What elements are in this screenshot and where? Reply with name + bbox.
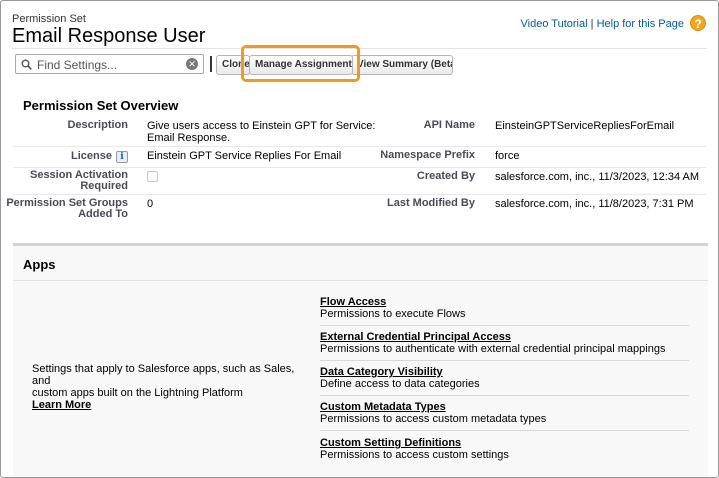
learn-more-link[interactable]: Learn More <box>32 399 302 411</box>
data-category-link[interactable]: Data Category Visibility <box>320 366 689 378</box>
header-divider <box>12 48 707 49</box>
permission-divider <box>320 430 689 431</box>
permission-set-page: Permission Set Email Response User Video… <box>0 0 719 478</box>
created-by-label: Created By <box>416 170 475 182</box>
custom-setting-link[interactable]: Custom Setting Definitions <box>320 437 689 449</box>
custom-metadata-link[interactable]: Custom Metadata Types <box>320 401 689 413</box>
description-value-line2: Email Response. <box>147 132 231 144</box>
custom-metadata-description: Permissions to access custom metadata ty… <box>320 413 547 425</box>
created-by-value: salesforce.com, inc., 11/3/2023, 12:34 A… <box>495 171 700 183</box>
permission-divider <box>320 395 689 396</box>
permission-item-flow-access: Flow Access Permissions to execute Flows <box>320 296 689 320</box>
help-for-page-link[interactable]: Help for this Page <box>597 18 684 30</box>
help-link-separator: | <box>587 18 597 30</box>
find-settings-search: ✕ <box>15 54 204 74</box>
info-icon[interactable]: i <box>116 151 128 163</box>
search-icon <box>21 59 32 70</box>
groups-added-value: 0 <box>147 198 154 210</box>
permission-item-custom-setting: Custom Setting Definitions Permissions t… <box>320 437 689 461</box>
external-credential-description: Permissions to authenticate with externa… <box>320 343 666 355</box>
toolbar-separator <box>210 56 212 72</box>
page-title: Email Response User <box>12 25 206 47</box>
api-name-value: EinsteinGPTServiceRepliesForEmail <box>495 120 675 132</box>
manage-assignments-button[interactable]: Manage Assignments <box>249 55 353 75</box>
license-value: Einstein GPT Service Replies For Email <box>147 150 342 162</box>
apps-description-line2: custom apps built on the Lightning Platf… <box>32 387 243 399</box>
description-value-line1: Give users access to Einstein GPT for Se… <box>147 120 376 132</box>
permission-item-data-category: Data Category Visibility Define access t… <box>320 366 689 390</box>
video-tutorial-link[interactable]: Video Tutorial <box>521 18 588 30</box>
apps-divider <box>13 280 708 281</box>
clear-search-icon[interactable]: ✕ <box>186 58 198 70</box>
custom-setting-description: Permissions to access custom settings <box>320 449 509 461</box>
clone-button[interactable]: Clone <box>216 55 250 75</box>
groups-added-label-line2: Added To <box>78 208 128 220</box>
session-activation-label-line2: Required <box>80 180 128 192</box>
flow-access-link[interactable]: Flow Access <box>320 296 689 308</box>
help-links: Video Tutorial | Help for this Page <box>521 18 685 30</box>
apps-description: Settings that apply to Salesforce apps, … <box>32 363 302 411</box>
permission-item-custom-metadata: Custom Metadata Types Permissions to acc… <box>320 401 689 425</box>
help-icon[interactable]: ? <box>690 15 706 31</box>
view-summary-button[interactable]: View Summary (Beta) <box>351 55 453 75</box>
description-label: Description <box>67 119 128 131</box>
license-label: License i <box>71 151 128 163</box>
permission-divider <box>320 360 689 361</box>
last-modified-value: salesforce.com, inc., 11/8/2023, 7:31 PM <box>495 198 694 210</box>
license-label-text: License <box>71 150 112 162</box>
find-settings-input[interactable] <box>37 57 177 72</box>
session-activation-checkbox <box>147 171 158 182</box>
last-modified-label: Last Modified By <box>386 197 475 209</box>
namespace-prefix-label: Namespace Prefix <box>380 149 475 161</box>
external-credential-link[interactable]: External Credential Principal Access <box>320 331 689 343</box>
namespace-prefix-value: force <box>495 150 520 162</box>
permission-divider <box>320 325 689 326</box>
flow-access-description: Permissions to execute Flows <box>320 308 466 320</box>
page-eyebrow: Permission Set <box>12 13 86 25</box>
apps-section: Apps Settings that apply to Salesforce a… <box>13 243 708 477</box>
overview-section-title: Permission Set Overview <box>23 98 179 113</box>
api-name-label: API Name <box>423 119 475 131</box>
permission-item-external-credential: External Credential Principal Access Per… <box>320 331 689 355</box>
apps-section-title: Apps <box>23 257 56 272</box>
apps-description-line1: Settings that apply to Salesforce apps, … <box>32 363 295 387</box>
data-category-description: Define access to data categories <box>320 378 480 390</box>
